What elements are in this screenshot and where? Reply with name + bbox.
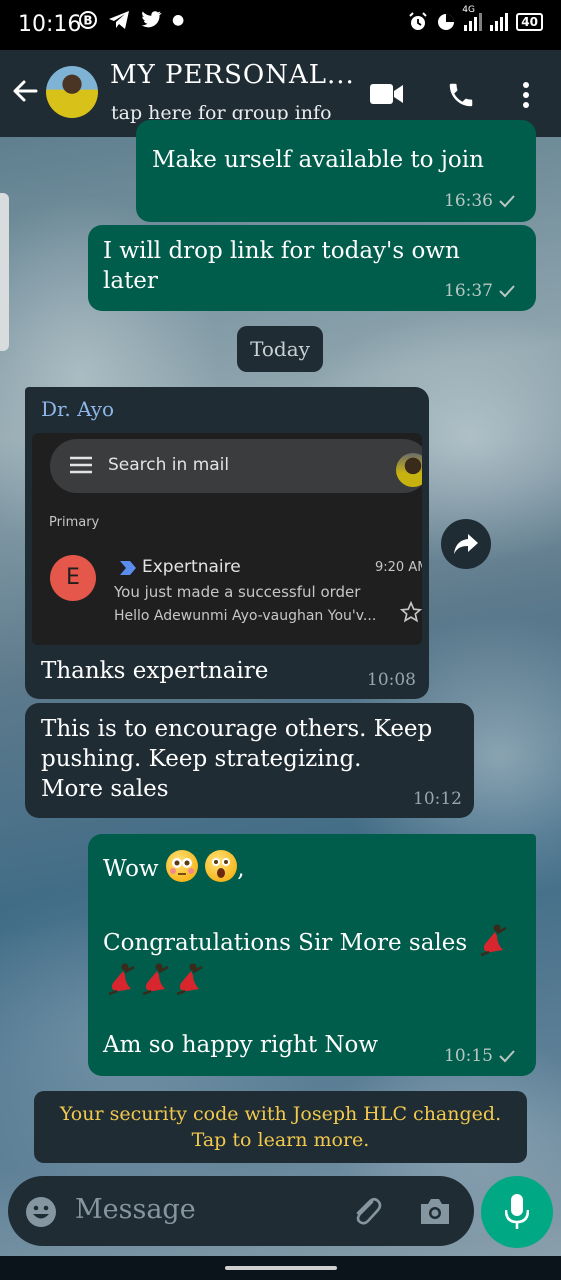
outgoing-message[interactable]: Make urself available to join 16:36 <box>136 120 536 222</box>
svg-text:B: B <box>83 14 92 28</box>
sender-name[interactable]: Dr. Ayo <box>41 397 114 421</box>
voice-call-icon[interactable] <box>446 80 476 110</box>
message-meta: 10:15 <box>444 1046 516 1066</box>
reply-line-1: Wow , <box>103 850 245 885</box>
chat-screen: 10:16 B ● 4G 40 MY PERSONAL... tap here … <box>0 0 561 1280</box>
mail-section-label: Primary <box>49 515 100 530</box>
forward-button[interactable] <box>441 519 491 569</box>
message-time: 16:37 <box>444 281 493 301</box>
signal-bars-1-icon <box>464 13 483 31</box>
reply-line-3: Am so happy right Now <box>103 1032 379 1058</box>
twitter-icon <box>141 11 162 28</box>
mail-time: 9:20 AM <box>375 560 422 575</box>
message-time: 10:12 <box>413 789 462 809</box>
dancer-emoji-icon <box>142 963 169 995</box>
astonished-face-emoji-icon <box>205 850 238 882</box>
attach-icon[interactable] <box>350 1194 384 1228</box>
mail-sender-avatar: E <box>50 555 96 601</box>
microphone-icon <box>505 1194 529 1229</box>
home-gesture-handle[interactable] <box>225 1266 337 1270</box>
dot-icon: ● <box>172 12 185 28</box>
network-type: 4G <box>462 5 475 15</box>
sent-check-icon <box>499 1050 515 1063</box>
message-time: 10:15 <box>444 1046 493 1066</box>
message-time: 16:36 <box>444 191 493 211</box>
voice-message-button[interactable] <box>481 1176 553 1248</box>
image-message-time: 10:08 <box>367 670 416 690</box>
important-marker-icon <box>120 561 136 575</box>
back-arrow-icon[interactable] <box>10 76 40 106</box>
camera-icon[interactable] <box>418 1196 452 1226</box>
message-meta: 16:36 <box>444 191 516 211</box>
dancer-emoji-icon <box>176 963 203 995</box>
outgoing-message[interactable]: Wow , Congratulations Sir More sales Am … <box>88 834 536 1076</box>
network-indicator: 4G <box>462 5 483 31</box>
message-text: I will drop link for today's own later <box>103 238 460 294</box>
data-saver-icon <box>438 14 455 30</box>
reply-wow-text: Wow <box>103 856 159 882</box>
sent-check-icon <box>499 195 515 208</box>
sent-check-icon <box>499 285 515 298</box>
more-options-icon[interactable] <box>521 82 531 108</box>
reply-congrats-text: Congratulations Sir More sales <box>103 930 468 956</box>
forward-icon <box>454 534 478 554</box>
incoming-message[interactable]: This is to encourage others. Keep pushin… <box>25 703 474 818</box>
menu-icon <box>70 456 92 474</box>
status-right-icons: 4G 40 <box>408 5 543 32</box>
system-navigation-bar <box>0 1256 561 1280</box>
status-bar: 10:16 B ● 4G 40 <box>0 0 561 50</box>
reply-comma: , <box>237 856 245 882</box>
alarm-icon <box>409 12 428 30</box>
message-text: This is to encourage others. Keep pushin… <box>41 716 433 802</box>
telegram-icon <box>109 11 129 29</box>
outgoing-message[interactable]: I will drop link for today's own later 1… <box>88 225 536 311</box>
flushed-face-emoji-icon <box>165 850 198 882</box>
message-composer[interactable]: Message <box>8 1176 474 1246</box>
status-time: 10:16 <box>18 12 82 37</box>
dancer-emoji-icon <box>108 963 135 995</box>
reply-line-2: Congratulations Sir More sales <box>103 922 523 1000</box>
b-circle-icon: B <box>79 11 97 29</box>
message-input[interactable]: Message <box>75 1194 196 1225</box>
mail-subject: You just made a successful order <box>114 583 361 601</box>
group-title[interactable]: MY PERSONAL... <box>110 60 355 90</box>
video-call-icon[interactable] <box>370 83 404 105</box>
security-notice-text: Your security code with Joseph HLC chang… <box>59 1103 502 1151</box>
edge-panel-handle[interactable] <box>0 193 9 351</box>
group-avatar[interactable] <box>46 66 98 118</box>
status-left-icons: B ● <box>78 10 184 30</box>
date-divider: Today <box>237 326 323 372</box>
email-screenshot-image[interactable]: Search in mail Primary E Expertnaire 9:2… <box>32 433 422 645</box>
battery-icon: 40 <box>516 13 543 31</box>
emoji-icon[interactable] <box>25 1196 57 1228</box>
image-caption: Thanks expertnaire <box>41 658 269 684</box>
dancer-emoji-icon <box>480 924 507 956</box>
mail-sender: Expertnaire <box>142 557 241 577</box>
star-icon <box>400 601 422 623</box>
mail-search-bar: Search in mail <box>50 439 422 493</box>
message-meta: 16:37 <box>444 281 516 301</box>
mail-account-avatar <box>396 453 422 487</box>
security-code-notice[interactable]: Your security code with Joseph HLC chang… <box>34 1091 527 1163</box>
message-text: Make urself available to join <box>152 147 484 173</box>
mail-search-placeholder: Search in mail <box>108 455 230 475</box>
signal-bars-2-icon <box>490 13 509 31</box>
mail-preview: Hello Adewunmi Ayo-vaughan You'v... <box>114 608 377 624</box>
